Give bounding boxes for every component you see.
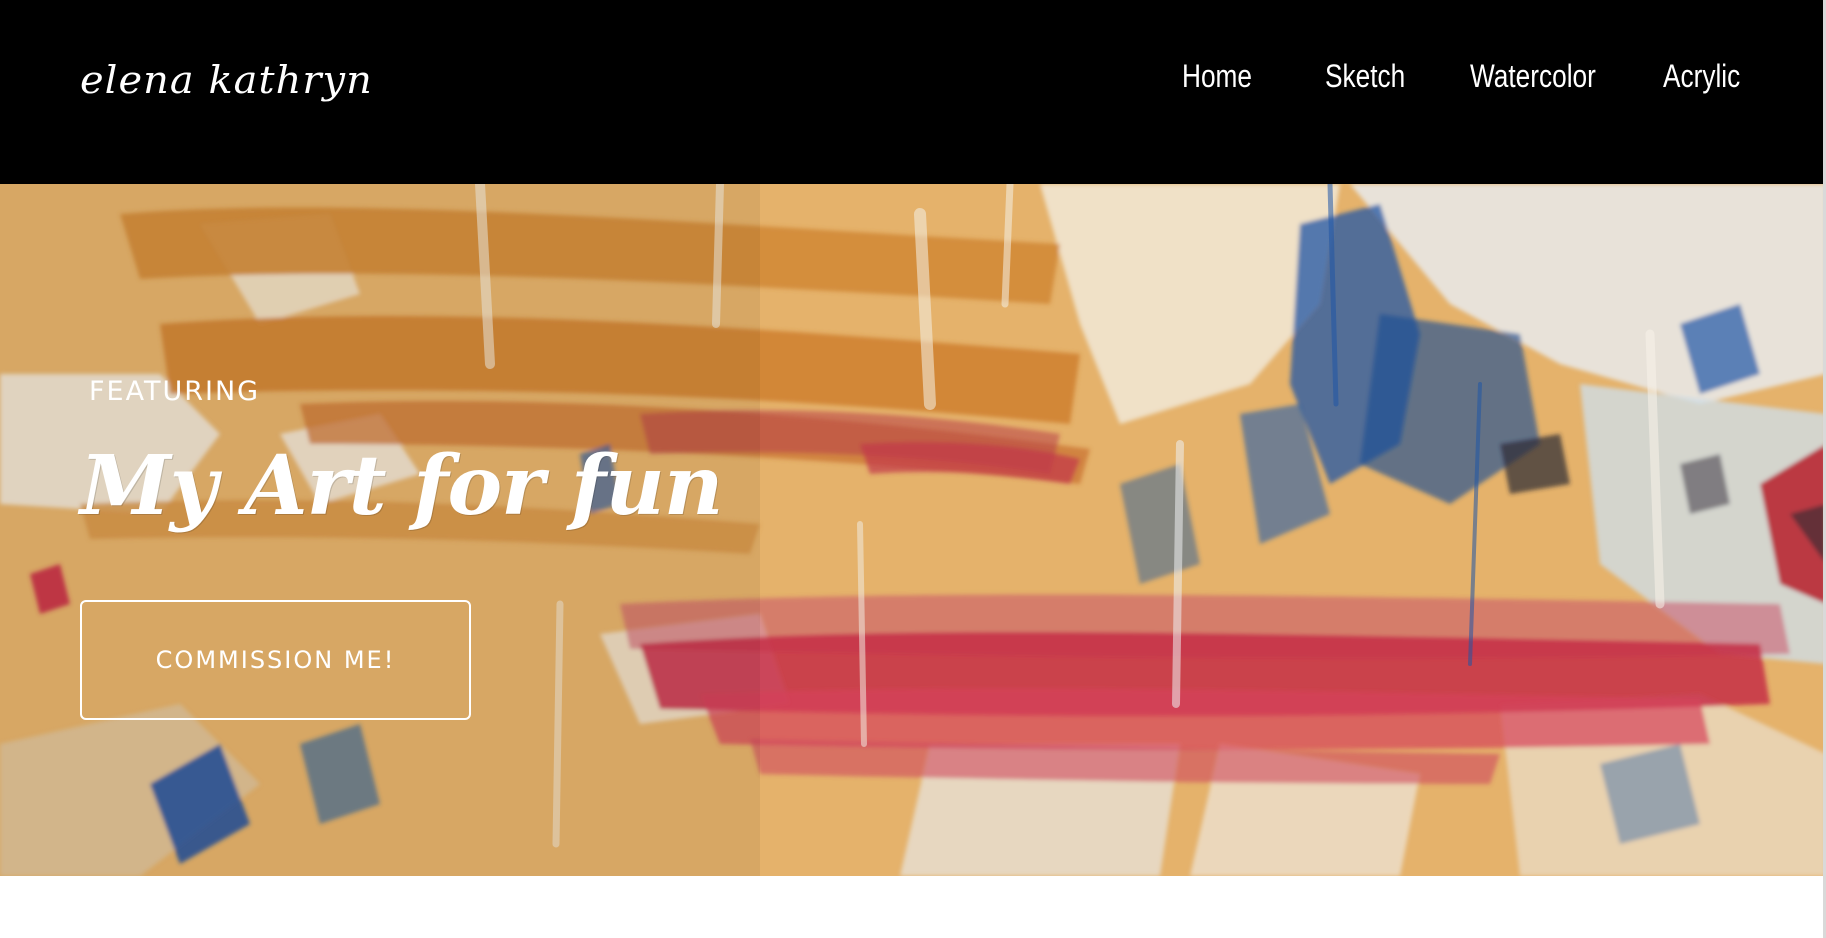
commission-button[interactable]: COMMISSION ME!	[80, 600, 471, 720]
nav-link-acrylic[interactable]: Acrylic	[1663, 58, 1740, 95]
page-content-start	[0, 876, 1826, 938]
hero-eyebrow: FEATURING	[89, 376, 261, 407]
nav-link-home[interactable]: Home	[1182, 58, 1252, 95]
site-logo[interactable]: elena kathryn	[80, 58, 373, 102]
hero-title: My Art for fun	[80, 438, 723, 534]
site-header: elena kathryn Home Sketch Watercolor Acr…	[0, 0, 1826, 184]
hero-section: FEATURING My Art for fun COMMISSION ME!	[0, 184, 1826, 876]
nav-link-watercolor[interactable]: Watercolor	[1470, 58, 1596, 95]
nav-link-sketch[interactable]: Sketch	[1325, 58, 1405, 95]
